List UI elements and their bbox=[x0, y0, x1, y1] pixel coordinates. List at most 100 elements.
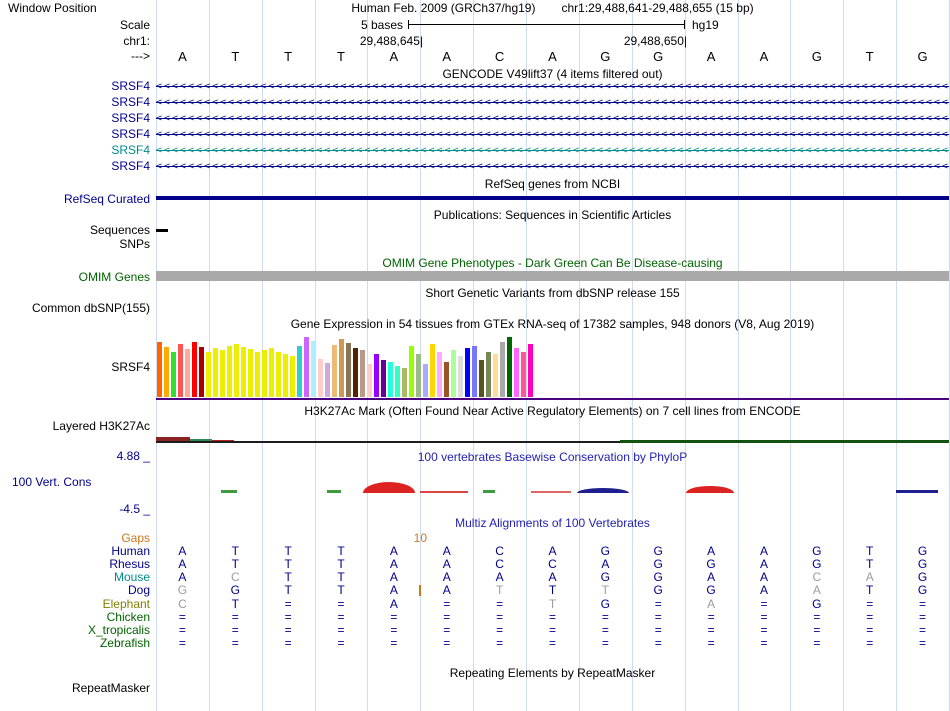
conservation-signal[interactable] bbox=[896, 490, 938, 493]
track-label-conservation[interactable]: 100 Vert. Cons bbox=[12, 476, 91, 489]
species-label-elephant[interactable]: Elephant bbox=[103, 597, 150, 611]
sequences-track-item[interactable] bbox=[156, 229, 168, 232]
gtex-bar[interactable] bbox=[486, 352, 491, 397]
gtex-bar[interactable] bbox=[339, 339, 344, 397]
gtex-bar[interactable] bbox=[304, 337, 309, 397]
gtex-bar[interactable] bbox=[451, 350, 456, 397]
gtex-bar[interactable] bbox=[381, 360, 386, 397]
track-label-gtex-gene[interactable]: SRSF4 bbox=[111, 361, 150, 374]
gtex-bar[interactable] bbox=[367, 364, 372, 397]
conservation-signal[interactable] bbox=[327, 490, 341, 493]
species-label-zebrafish[interactable]: Zebrafish bbox=[100, 637, 150, 650]
gtex-bar[interactable] bbox=[185, 349, 190, 397]
gtex-bar[interactable] bbox=[241, 347, 246, 397]
gtex-bar[interactable] bbox=[437, 352, 442, 397]
alignment-base: T bbox=[337, 583, 345, 598]
gtex-bar[interactable] bbox=[199, 347, 204, 397]
gene-track-row[interactable]: <<<<<<<<<<<<<<<<<<<<<<<<<<<<<<<<<<<<<<<<… bbox=[156, 162, 949, 172]
gtex-bar[interactable] bbox=[192, 342, 197, 397]
gtex-bar[interactable] bbox=[374, 354, 379, 397]
gtex-bar[interactable] bbox=[248, 349, 253, 397]
gtex-bar[interactable] bbox=[213, 348, 218, 397]
gene-row-label[interactable]: SRSF4 bbox=[111, 96, 150, 109]
gene-track-row[interactable]: <<<<<<<<<<<<<<<<<<<<<<<<<<<<<<<<<<<<<<<<… bbox=[156, 146, 949, 156]
track-label-snps[interactable]: SNPs bbox=[119, 238, 150, 251]
gtex-bar[interactable] bbox=[297, 346, 302, 397]
species-label-x_tropicalis[interactable]: X_tropicalis bbox=[88, 623, 150, 637]
omim-genes-track[interactable] bbox=[156, 271, 949, 281]
gtex-bar[interactable] bbox=[409, 346, 414, 397]
gtex-bar[interactable] bbox=[360, 350, 365, 397]
gtex-bar[interactable] bbox=[283, 354, 288, 397]
gene-row-label[interactable]: SRSF4 bbox=[111, 128, 150, 141]
alignment-base: A bbox=[707, 596, 716, 611]
gene-track-row[interactable]: <<<<<<<<<<<<<<<<<<<<<<<<<<<<<<<<<<<<<<<<… bbox=[156, 114, 949, 124]
gtex-bar[interactable] bbox=[290, 356, 295, 397]
gtex-bar[interactable] bbox=[500, 342, 505, 397]
gtex-bar[interactable] bbox=[325, 363, 330, 397]
gtex-bar[interactable] bbox=[402, 368, 407, 397]
gtex-bar[interactable] bbox=[171, 352, 176, 397]
gtex-bar[interactable] bbox=[262, 350, 267, 397]
gtex-bar[interactable] bbox=[493, 354, 498, 397]
track-label-h3k27ac[interactable]: Layered H3K27Ac bbox=[53, 420, 150, 433]
track-label-common-dbsnp[interactable]: Common dbSNP(155) bbox=[32, 302, 150, 315]
conservation-signal[interactable] bbox=[221, 490, 237, 493]
species-label-dog[interactable]: Dog bbox=[128, 584, 150, 597]
gtex-bar[interactable] bbox=[227, 346, 232, 397]
conservation-signal[interactable] bbox=[483, 490, 495, 493]
gtex-bar[interactable] bbox=[479, 360, 484, 397]
conservation-signal[interactable] bbox=[420, 491, 468, 493]
gtex-bar[interactable] bbox=[416, 354, 421, 397]
gtex-bar[interactable] bbox=[311, 341, 316, 397]
gtex-bar[interactable] bbox=[346, 343, 351, 397]
gtex-bar[interactable] bbox=[178, 344, 183, 397]
gtex-bar[interactable] bbox=[514, 348, 519, 397]
conservation-signal[interactable] bbox=[531, 491, 571, 493]
gtex-bar[interactable] bbox=[276, 352, 281, 397]
conservation-signal[interactable] bbox=[363, 482, 415, 493]
gtex-bar[interactable] bbox=[430, 344, 435, 397]
gene-track-row[interactable]: <<<<<<<<<<<<<<<<<<<<<<<<<<<<<<<<<<<<<<<<… bbox=[156, 130, 949, 140]
gtex-bar[interactable] bbox=[255, 352, 260, 397]
gtex-bar[interactable] bbox=[507, 337, 512, 397]
gtex-bar[interactable] bbox=[472, 346, 477, 397]
gene-track-row[interactable]: <<<<<<<<<<<<<<<<<<<<<<<<<<<<<<<<<<<<<<<<… bbox=[156, 98, 949, 108]
track-label-sequences[interactable]: Sequences bbox=[90, 224, 150, 237]
track-label-refseq-curated[interactable]: RefSeq Curated bbox=[64, 193, 150, 206]
gtex-bar[interactable] bbox=[521, 352, 526, 397]
gtex-bar[interactable] bbox=[458, 356, 463, 397]
gtex-bar[interactable] bbox=[395, 366, 400, 397]
gene-row-label[interactable]: SRSF4 bbox=[111, 112, 150, 125]
gene-track-row[interactable]: <<<<<<<<<<<<<<<<<<<<<<<<<<<<<<<<<<<<<<<<… bbox=[156, 82, 949, 92]
species-label-human[interactable]: Human bbox=[111, 544, 150, 558]
gtex-bar[interactable] bbox=[206, 352, 211, 397]
species-label-gaps[interactable]: Gaps bbox=[121, 531, 150, 545]
conservation-signal[interactable] bbox=[686, 486, 734, 493]
track-label-repeatmasker[interactable]: RepeatMasker bbox=[72, 682, 150, 695]
gtex-bar[interactable] bbox=[157, 342, 162, 397]
gtex-bar[interactable] bbox=[269, 348, 274, 397]
species-label-mouse[interactable]: Mouse bbox=[114, 571, 150, 584]
refseq-curated-track[interactable] bbox=[156, 196, 949, 200]
gtex-bar[interactable] bbox=[220, 350, 225, 397]
h3k27ac-signal[interactable] bbox=[620, 440, 949, 443]
gtex-bar[interactable] bbox=[164, 347, 169, 397]
gtex-bar[interactable] bbox=[353, 348, 358, 397]
gtex-bar[interactable] bbox=[234, 344, 239, 397]
gtex-bar[interactable] bbox=[318, 359, 323, 397]
alignment-base: = bbox=[284, 636, 292, 651]
gene-row-label[interactable]: SRSF4 bbox=[111, 144, 150, 157]
gene-row-label[interactable]: SRSF4 bbox=[111, 80, 150, 93]
gtex-bar[interactable] bbox=[444, 362, 449, 397]
conservation-signal[interactable] bbox=[577, 488, 629, 493]
gtex-bar[interactable] bbox=[388, 362, 393, 397]
gtex-bar[interactable] bbox=[423, 364, 428, 397]
gtex-bar[interactable] bbox=[528, 344, 533, 397]
track-label-omim-genes[interactable]: OMIM Genes bbox=[79, 271, 150, 284]
species-label-rhesus[interactable]: Rhesus bbox=[109, 557, 150, 571]
species-label-chicken[interactable]: Chicken bbox=[107, 610, 150, 624]
gene-row-label[interactable]: SRSF4 bbox=[111, 160, 150, 173]
gtex-bar[interactable] bbox=[332, 345, 337, 397]
gtex-bar[interactable] bbox=[465, 348, 470, 397]
